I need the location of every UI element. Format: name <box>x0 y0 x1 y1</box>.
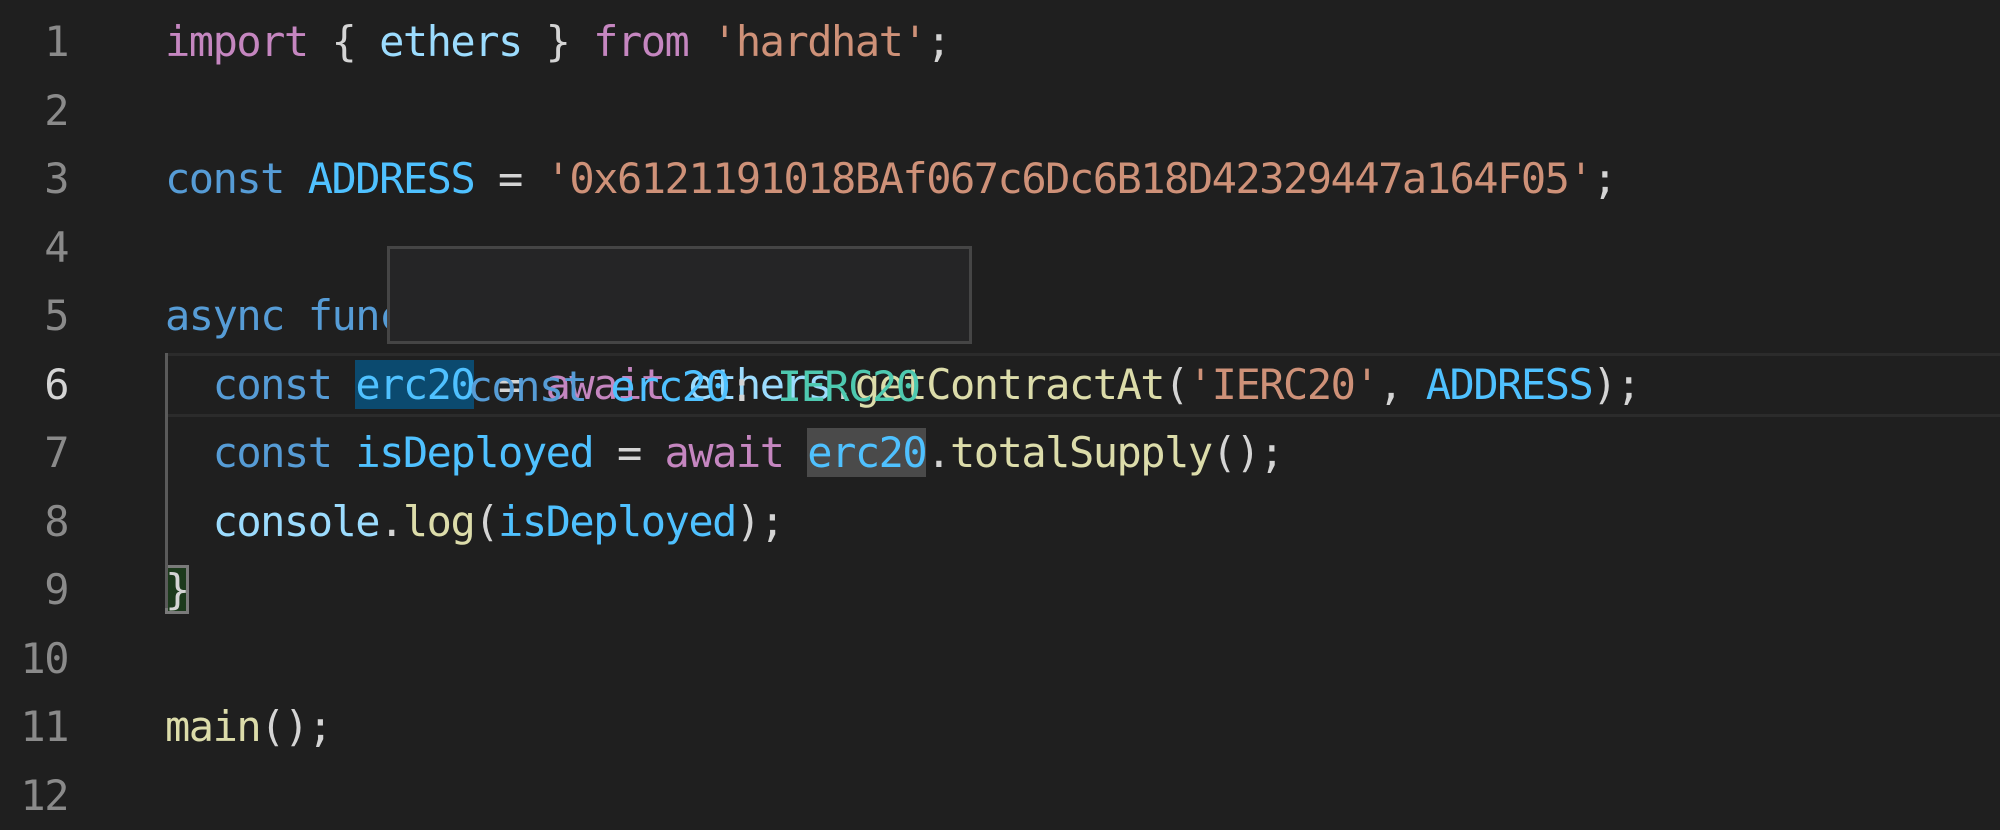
code-token: main <box>165 702 262 751</box>
line-number: 4 <box>44 222 69 272</box>
code-token: ; <box>926 17 951 66</box>
line-number: 12 <box>20 770 69 820</box>
hover-keyword: const <box>467 362 588 411</box>
code-token: } <box>165 565 190 614</box>
code-token: } <box>521 17 594 66</box>
line-content[interactable]: main(); <box>165 693 333 762</box>
line-number: 1 <box>44 17 69 66</box>
line-content[interactable]: import { ethers } from 'hardhat'; <box>165 8 951 77</box>
code-token: ( <box>474 496 499 546</box>
line-number: 5 <box>44 291 69 340</box>
code-token: from <box>593 17 690 66</box>
line-number: 7 <box>44 428 69 477</box>
line-content[interactable]: const ADDRESS = '0x6121191018BAf067c6Dc6… <box>165 145 1617 214</box>
code-token: erc20 <box>807 428 928 477</box>
code-token: totalSupply <box>950 428 1213 477</box>
code-token: console <box>212 496 381 546</box>
code-token: = <box>474 154 546 203</box>
code-token: = <box>593 428 665 477</box>
code-line[interactable]: 9} <box>0 556 2000 625</box>
code-token: , <box>1378 359 1426 409</box>
code-token: ADDRESS <box>1425 359 1594 409</box>
code-token: isDeployed <box>498 496 737 546</box>
code-token: const <box>212 359 333 409</box>
code-token: . <box>926 428 951 477</box>
code-token: const <box>165 154 285 203</box>
code-token: '0x6121191018BAf067c6Dc6B18D42329447a164… <box>545 154 1594 203</box>
hover-identifier: erc20 <box>610 362 730 411</box>
code-line[interactable]: 1 import { ethers } from 'hardhat'; <box>0 8 2000 77</box>
code-token: 'IERC20' <box>1187 359 1380 409</box>
line-number: 11 <box>20 702 69 751</box>
code-line[interactable]: 3 const ADDRESS = '0x6121191018BAf067c6Dc… <box>0 145 2000 214</box>
line-number: 2 <box>44 85 69 135</box>
hover-type: IERC20 <box>776 362 921 411</box>
code-line[interactable]: 2 <box>0 77 2000 146</box>
code-token: ADDRESS <box>307 154 476 203</box>
code-token: . <box>379 496 404 546</box>
hover-separator: : <box>729 362 777 411</box>
hover-tooltip: const erc20: IERC20 <box>387 246 972 411</box>
code-token: ); <box>735 496 785 546</box>
code-token: isDeployed <box>355 428 594 477</box>
code-token: ( <box>1164 359 1189 409</box>
code-token: const <box>212 428 333 477</box>
code-token: import <box>165 17 309 66</box>
code-token: log <box>402 496 476 546</box>
code-token: await <box>664 428 785 477</box>
code-token: 'hardhat' <box>712 17 928 66</box>
line-content[interactable]: console.log(isDeployed); <box>165 488 785 557</box>
indent-guide <box>165 353 168 608</box>
code-line[interactable]: 7 const isDeployed = await erc20.totalSu… <box>0 419 2000 488</box>
line-number: 6 <box>44 359 69 409</box>
code-token: { <box>307 17 380 66</box>
line-number: 8 <box>44 496 69 546</box>
code-line[interactable]: 4 <box>0 214 2000 283</box>
code-line[interactable]: 6 const erc20 = await ethers.getContract… <box>0 351 2000 420</box>
code-token: async <box>165 291 285 340</box>
code-line[interactable]: 5async function main() { <box>0 282 2000 351</box>
code-line[interactable]: 12 <box>0 762 2000 830</box>
line-number: 3 <box>44 154 69 203</box>
line-content[interactable]: } <box>165 556 190 625</box>
code-token: (); <box>1211 428 1285 477</box>
line-number: 10 <box>20 633 69 683</box>
line-number: 9 <box>44 565 69 614</box>
code-token: ; <box>1592 154 1617 203</box>
code-line[interactable]: 8 console.log(isDeployed); <box>0 488 2000 557</box>
code-token: ethers <box>379 17 523 66</box>
code-editor[interactable]: 1 import { ethers } from 'hardhat'; 2 3 cons… <box>0 8 2000 830</box>
code-line[interactable]: 10 <box>0 625 2000 694</box>
code-token: ); <box>1592 359 1641 409</box>
code-token: (); <box>260 702 333 751</box>
code-line[interactable]: 11 main(); <box>0 693 2000 762</box>
